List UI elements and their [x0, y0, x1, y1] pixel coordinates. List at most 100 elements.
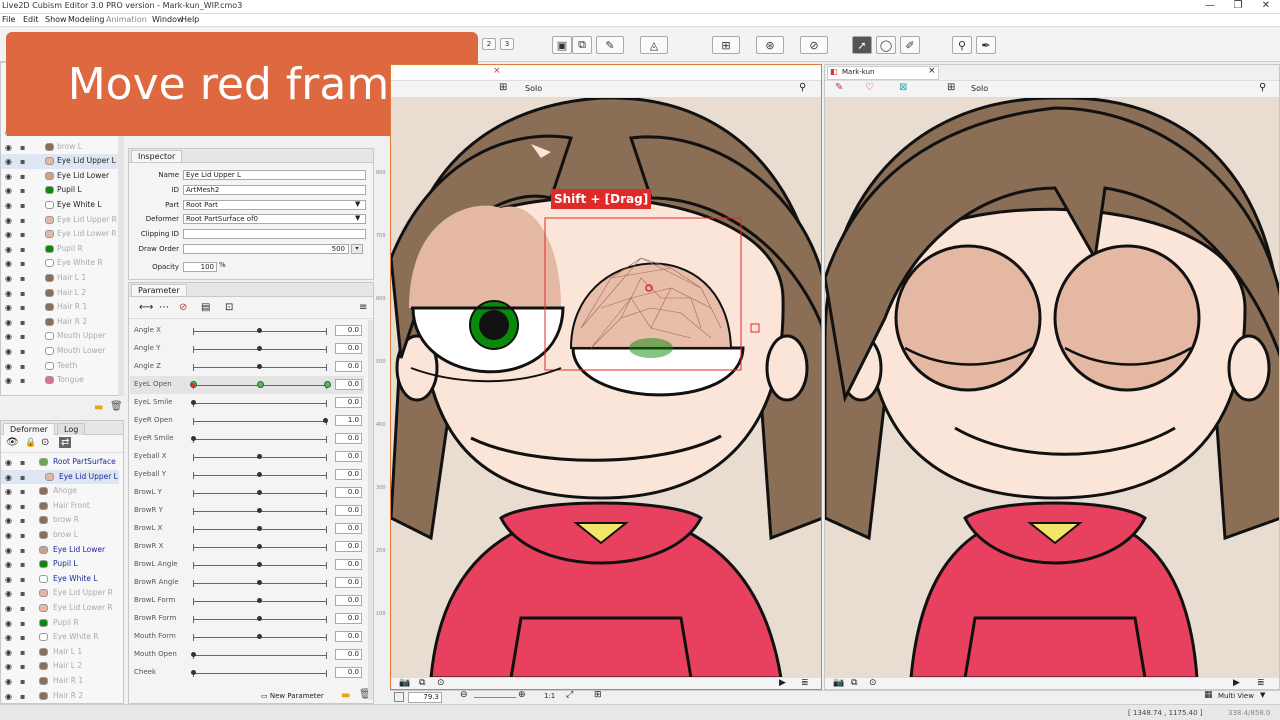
lock-icon[interactable]: ▪	[20, 587, 25, 601]
deformer-list-item[interactable]: ◉ ▪ Eye Lid Lower R	[1, 601, 119, 616]
warp-icon[interactable]: ⊘	[800, 36, 828, 54]
folder-icon[interactable]: ▬	[341, 690, 350, 701]
parameter-knob[interactable]	[191, 436, 196, 441]
deformer-icon[interactable]: ⊛	[756, 36, 784, 54]
parameter-row[interactable]: Mouth Open 0.0	[130, 646, 364, 664]
lock-icon[interactable]: ▪	[20, 544, 25, 558]
visibility-eye-icon[interactable]: ◉	[5, 345, 12, 359]
parameter-value-field[interactable]: 0.0	[335, 667, 362, 678]
deformer-list-item[interactable]: ◉ ▪ Root PartSurface	[1, 455, 119, 470]
close-window-button[interactable]: ✕	[1252, 0, 1280, 14]
view-left[interactable]: × ⊞ Solo ⚲ Shift + [Drag] 📷 ⧉ ⊙ ▶ ≣	[390, 64, 822, 690]
deformer-list-item[interactable]: ◉ ▪ Hair R 1	[1, 674, 119, 689]
chevron-down-icon[interactable]: ▼	[1260, 691, 1265, 699]
deformer-list-item[interactable]: ◉ ▪ Hair L 2	[1, 659, 119, 674]
parameter-row[interactable]: BrowL Y 0.0	[130, 484, 364, 502]
deformer-list-item[interactable]: ◉ ▪ Eye White L	[1, 572, 119, 587]
canvas-left[interactable]	[391, 98, 822, 678]
layout-icon[interactable]: ⊞	[594, 690, 602, 700]
parts-list-item[interactable]: ◉ ▪ Hair L 2	[1, 286, 119, 301]
deformer-list-item[interactable]: ◉ ▪ Ahoge	[1, 484, 119, 499]
auto-mesh-icon[interactable]: ◬	[640, 36, 668, 54]
zoom-out-icon[interactable]: ⊖	[460, 690, 468, 700]
lock-icon[interactable]: ▪	[20, 514, 25, 528]
lock-icon[interactable]: ▪	[20, 690, 25, 703]
parts-list-item[interactable]: ◉ ▪ Tongue	[1, 373, 119, 388]
lock-icon[interactable]: ▪	[20, 228, 25, 242]
name-field[interactable]: Eye Lid Upper L	[183, 170, 366, 180]
eye-toggle-icon[interactable]: 👁	[6, 437, 19, 448]
grid-icon[interactable]: ⊞	[499, 82, 507, 93]
lock-icon[interactable]: ▪	[20, 316, 25, 330]
parameter-knob[interactable]	[191, 400, 196, 405]
tab-deformer[interactable]: Deformer	[3, 423, 55, 435]
parameter-knob[interactable]	[257, 472, 262, 477]
table-icon[interactable]: ▤	[201, 302, 210, 313]
list-icon[interactable]: ≣	[1257, 678, 1265, 688]
zoom-slider[interactable]	[474, 697, 516, 698]
visibility-eye-icon[interactable]: ◉	[5, 155, 12, 169]
parts-list-item[interactable]: ◉ ▪ Pupil R	[1, 242, 119, 257]
copy-image-icon[interactable]: ⧉	[419, 678, 425, 688]
parts-list-item[interactable]: ◉ ▪ Eye Lid Upper L	[1, 154, 119, 169]
menu-window[interactable]: Window	[152, 15, 184, 24]
parameter-row[interactable]: Angle X 0.0	[130, 322, 364, 340]
parameter-knob[interactable]	[191, 383, 195, 387]
parameter-row[interactable]: Angle Z 0.0	[130, 358, 364, 376]
parts-list-item[interactable]: ◉ ▪ brow L	[1, 140, 119, 155]
folder-icon[interactable]: ▬	[94, 402, 103, 413]
visibility-eye-icon[interactable]: ◉	[5, 228, 12, 242]
parts-list-item[interactable]: ◉ ▪ Mouth Upper	[1, 329, 119, 344]
visibility-eye-icon[interactable]: ◉	[5, 456, 12, 470]
parameter-slider[interactable]	[193, 418, 327, 425]
lock-icon[interactable]: ▪	[20, 155, 25, 169]
canvas-right[interactable]	[825, 98, 1280, 678]
copy-image-icon[interactable]: ⧉	[851, 678, 857, 688]
convert-icon[interactable]: ⇄	[59, 437, 72, 448]
parameter-row[interactable]: Angle Y 0.0	[130, 340, 364, 358]
tab-log[interactable]: Log	[57, 423, 86, 435]
visibility-eye-icon[interactable]: ◉	[5, 544, 12, 558]
visibility-eye-icon[interactable]: ◉	[5, 272, 12, 286]
menu-file[interactable]: File	[2, 15, 15, 24]
lock-icon[interactable]: ▪	[20, 141, 25, 155]
parameter-value-field[interactable]: 0.0	[335, 361, 362, 372]
draw-order-field[interactable]: 500	[183, 244, 349, 254]
keyframe-dot[interactable]	[257, 381, 264, 388]
parameter-row[interactable]: BrowL Angle 0.0	[130, 556, 364, 574]
deformer-list-item[interactable]: ◉ ▪ Eye Lid Lower	[1, 543, 119, 558]
chevron-down-icon[interactable]: ▼	[355, 200, 360, 208]
parameter-knob[interactable]	[257, 598, 262, 603]
visibility-eye-icon[interactable]: ◉	[5, 170, 12, 184]
part-select[interactable]: Root Part	[183, 200, 366, 210]
parameter-row[interactable]: Cheek 0.0	[130, 664, 364, 682]
parameter-knob[interactable]	[257, 616, 262, 621]
parameter-knob[interactable]	[257, 454, 262, 459]
lock-icon[interactable]: ▪	[20, 287, 25, 301]
lock-toggle-icon[interactable]: 🔒	[25, 438, 36, 448]
lock-icon[interactable]: ▪	[20, 184, 25, 198]
minimize-button[interactable]: —	[1196, 0, 1224, 14]
chevron-down-icon[interactable]: ▼	[355, 214, 360, 222]
deformer-list-item[interactable]: ◉ ▪ Eye Lid Upper R	[1, 586, 119, 601]
deformer-list-item[interactable]: ◉ ▪ Hair L 1	[1, 645, 119, 660]
visibility-eye-icon[interactable]: ◉	[5, 690, 12, 703]
page-2-button[interactable]: 3	[500, 38, 514, 50]
visibility-eye-icon[interactable]: ◉	[5, 602, 12, 616]
lock-icon[interactable]: ▪	[20, 485, 25, 499]
pin-icon[interactable]: ⚲	[952, 36, 972, 54]
parameter-knob[interactable]	[257, 544, 262, 549]
visibility-eye-icon[interactable]: ◉	[5, 471, 12, 485]
checkbox[interactable]	[394, 692, 404, 702]
zoom-field[interactable]: 79.3	[408, 692, 442, 703]
texture-atlas-icon[interactable]: ▣	[552, 36, 572, 54]
visibility-eye-icon[interactable]: ◉	[5, 301, 12, 315]
lock-icon[interactable]: ▪	[20, 631, 25, 645]
lock-icon[interactable]: ▪	[20, 602, 25, 616]
heart-icon[interactable]: ♡	[865, 82, 874, 93]
menu-icon[interactable]: ≡	[359, 302, 367, 313]
parameter-value-field[interactable]: 0.0	[335, 469, 362, 480]
visibility-eye-icon[interactable]: ◉	[5, 360, 12, 374]
edit-mesh-icon[interactable]: ✎	[596, 36, 624, 54]
eyedropper-icon[interactable]: ✒	[976, 36, 996, 54]
